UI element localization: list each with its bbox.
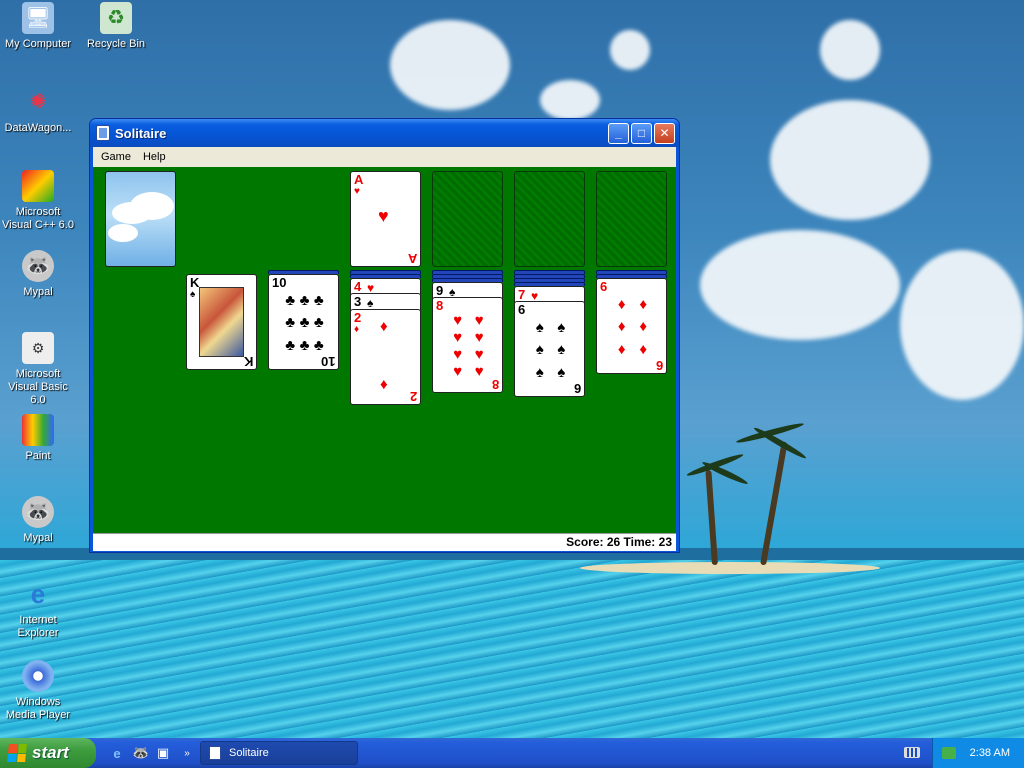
card-rank: 10 — [272, 275, 287, 290]
card-suit: ♠ — [190, 289, 196, 300]
diamond-icon: ♦ — [380, 318, 388, 335]
king-face-icon — [199, 287, 244, 357]
close-button[interactable]: ✕ — [654, 122, 675, 144]
mypal-icon: 🦝 — [22, 250, 54, 282]
desktop-icon-internet-explorer[interactable]: e Internet Explorer — [0, 578, 76, 640]
foundation-1-card[interactable]: A ♥ ♥ A — [350, 171, 421, 267]
taskbar-button-solitaire[interactable]: Solitaire — [200, 741, 358, 765]
diamond-icon: ♦ — [380, 376, 388, 393]
foundation-4-empty[interactable] — [596, 171, 667, 267]
quicklaunch-mypal-icon[interactable]: 🦝 — [132, 744, 150, 762]
status-bar: Score: 26 Time: 23 — [93, 533, 676, 551]
card-rank-bottom: A — [407, 251, 417, 266]
spade-pips-icon: ♠ ♠ ♠ ♠ ♠ ♠ — [535, 318, 566, 382]
tableau-6-card-2[interactable]: 6 ♠ ♠ ♠ ♠ ♠ ♠ 6 — [514, 301, 585, 397]
tableau-4-card-3[interactable]: 2 ♦ ♦ ♦ 2 — [350, 309, 421, 405]
windows-logo-icon — [7, 744, 27, 762]
menu-help[interactable]: Help — [137, 151, 172, 163]
taskbar-button-label: Solitaire — [229, 747, 269, 759]
tableau-7-card[interactable]: 6 ♦ ♦ ♦ ♦ ♦ ♦ 6 — [596, 278, 667, 374]
card-rank-bottom: 10 — [320, 354, 335, 369]
visual-basic-icon: ⚙ — [22, 332, 54, 364]
menu-bar: Game Help — [93, 147, 676, 167]
tableau-5-card-2[interactable]: 8 ♥ ♥ ♥ ♥ ♥ ♥ ♥ ♥ 8 — [432, 297, 503, 393]
solitaire-window: Solitaire _ □ ✕ Game Help A ♥ ♥ A K ♠ K — [89, 118, 680, 553]
window-title: Solitaire — [115, 125, 167, 141]
menu-game[interactable]: Game — [95, 151, 137, 163]
internet-explorer-icon: e — [30, 578, 46, 609]
minimize-button[interactable]: _ — [608, 122, 629, 144]
diamond-pips-icon: ♦ ♦ ♦ ♦ ♦ ♦ — [617, 295, 648, 359]
card-rank-bottom: 6 — [655, 358, 663, 373]
mypal-icon: 🦝 — [22, 496, 54, 528]
tableau-2-card[interactable]: K ♠ K — [186, 274, 257, 370]
quicklaunch-show-desktop-icon[interactable]: ▣ — [154, 744, 172, 762]
card-rank: 3 — [354, 294, 362, 309]
stock-pile[interactable] — [105, 171, 176, 267]
desktop-icon-mypal[interactable]: 🦝 Mypal — [0, 250, 76, 299]
card-rank: 7 — [518, 287, 526, 302]
start-button[interactable]: start — [0, 738, 96, 768]
card-suit: ♦ — [354, 324, 360, 335]
card-suit: ♥ — [354, 186, 360, 197]
desktop-icon-media-player[interactable]: Windows Media Player — [0, 660, 76, 722]
card-rank: 6 — [600, 279, 608, 294]
desktop-icon-visual-cpp[interactable]: Microsoft Visual C++ 6.0 — [0, 170, 76, 232]
spade-icon: ♠ — [367, 296, 374, 310]
media-player-icon — [22, 660, 54, 692]
card-rank: 8 — [436, 298, 444, 313]
datawagon-icon: ✺ — [29, 90, 47, 113]
computer-icon: 🖥 — [22, 2, 54, 34]
club-pips-icon: ♣ ♣ ♣ ♣ ♣ ♣ ♣ ♣ ♣ — [285, 291, 324, 355]
desktop-icon-paint[interactable]: Paint — [0, 414, 76, 463]
card-rank-bottom: K — [243, 354, 253, 369]
visual-cpp-icon — [22, 170, 54, 202]
desktop-icon-visual-basic[interactable]: ⚙ Microsoft Visual Basic 6.0 — [0, 332, 76, 407]
clock[interactable]: 2:38 AM — [970, 747, 1010, 759]
title-bar[interactable]: Solitaire _ □ ✕ — [90, 119, 679, 147]
foundation-2-empty[interactable] — [432, 171, 503, 267]
solitaire-app-icon — [209, 746, 221, 760]
desktop-icon-recycle-bin[interactable]: ♻ Recycle Bin — [78, 2, 154, 51]
foundation-3-empty[interactable] — [514, 171, 585, 267]
quicklaunch-internet-explorer-icon[interactable]: e — [108, 744, 126, 762]
tableau-3-card[interactable]: 10 ♣ ♣ ♣ ♣ ♣ ♣ ♣ ♣ ♣ 10 — [268, 274, 339, 370]
quicklaunch-more-icon[interactable]: » — [178, 744, 196, 762]
game-table: A ♥ ♥ A K ♠ K 10 ♣ ♣ ♣ ♣ ♣ ♣ ♣ ♣ ♣ 10 4 … — [93, 167, 676, 533]
desktop-icon-datawagon[interactable]: ✺ DataWagon... — [0, 86, 76, 135]
card-rank-bottom: 6 — [573, 381, 581, 396]
system-tray: 2:38 AM — [932, 738, 1024, 768]
keyboard-icon[interactable] — [904, 747, 920, 758]
solitaire-app-icon — [96, 125, 110, 141]
card-rank: 6 — [518, 302, 526, 317]
network-icon[interactable] — [941, 747, 956, 759]
desktop-icon-my-computer[interactable]: 🖥 My Computer — [0, 2, 76, 51]
card-rank: 4 — [354, 279, 362, 294]
taskbar: start e 🦝 ▣ » Solitaire 2:38 AM — [0, 738, 1024, 768]
start-label: start — [32, 743, 69, 762]
paint-icon — [22, 414, 54, 446]
desktop-icon-mypal-2[interactable]: 🦝 Mypal — [0, 496, 76, 545]
card-rank-bottom: 8 — [491, 377, 499, 392]
recycle-bin-icon: ♻ — [100, 2, 132, 34]
heart-pips-icon: ♥ ♥ ♥ ♥ ♥ ♥ ♥ ♥ — [453, 312, 484, 380]
maximize-button[interactable]: □ — [631, 122, 652, 144]
heart-icon: ♥ — [378, 206, 389, 226]
card-rank-bottom: 2 — [409, 389, 417, 404]
card-rank: 9 — [436, 283, 444, 298]
